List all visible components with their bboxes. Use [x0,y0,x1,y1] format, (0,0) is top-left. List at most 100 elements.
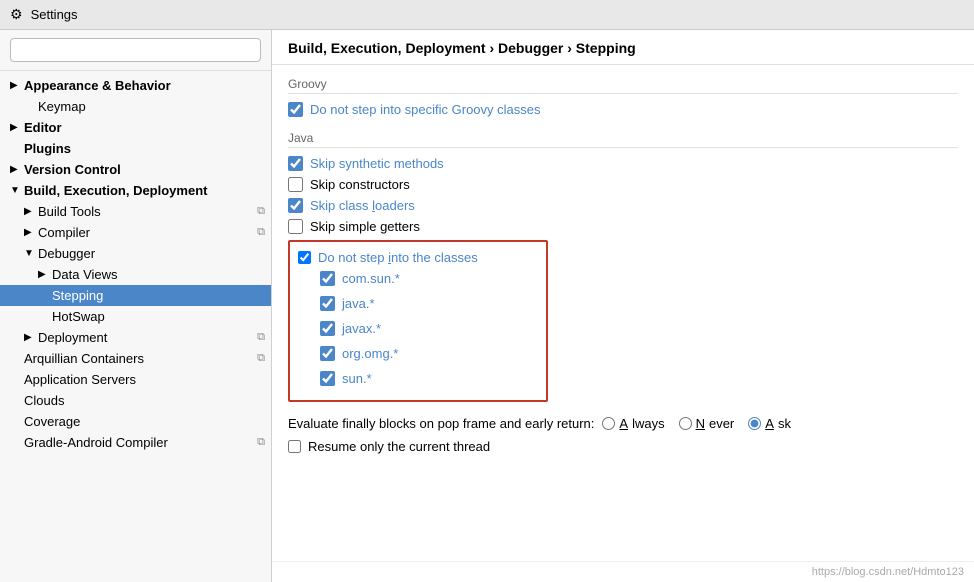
sidebar-item-clouds[interactable]: Clouds [0,390,271,411]
skip-constructors-row: Skip constructors [288,177,958,192]
evaluate-row: Evaluate finally blocks on pop frame and… [288,416,958,431]
sun-checkbox[interactable] [320,371,335,386]
arrow-icon: ▶ [24,332,38,343]
sidebar-item-label: Compiler [38,225,90,240]
always-option[interactable]: Always [602,416,664,431]
copy-icon: ⧉ [257,331,265,344]
skip-class-loaders-checkbox[interactable] [288,198,303,213]
sidebar-item-label: Gradle-Android Compiler [24,435,168,450]
sidebar-item-label: Plugins [24,141,71,156]
sidebar-item-label: Build, Execution, Deployment [24,183,207,198]
sidebar-item-arquillian[interactable]: Arquillian Containers⧉ [0,348,271,369]
org-omg-checkbox[interactable] [320,346,335,361]
search-input[interactable] [10,38,261,62]
sidebar-item-hotswap[interactable]: HotSwap [0,306,271,327]
groovy-no-step-checkbox[interactable] [288,102,303,117]
sidebar-item-label: Version Control [24,162,121,177]
sidebar-item-data-views[interactable]: ▶Data Views [0,264,271,285]
groovy-label: Groovy [288,77,958,94]
skip-synthetic-label[interactable]: Skip synthetic methods [310,156,444,171]
org-omg-label[interactable]: org.omg.* [342,346,398,361]
skip-synthetic-checkbox[interactable] [288,156,303,171]
sun-row: sun.* [320,371,538,386]
ask-radio[interactable] [748,417,761,430]
evaluate-radio-group: Always Never Ask [602,416,791,431]
sidebar-item-plugins[interactable]: Plugins [0,138,271,159]
arrow-icon: ▶ [38,269,52,280]
sidebar-item-keymap[interactable]: Keymap [0,96,271,117]
sidebar-item-label: Data Views [52,267,118,282]
skip-constructors-label[interactable]: Skip constructors [310,177,410,192]
do-not-step-classes-checkbox[interactable] [298,251,311,264]
arrow-icon: ▶ [10,164,24,175]
sidebar-tree: ▶Appearance & BehaviorKeymap▶EditorPlugi… [0,71,271,582]
arrow-icon: ▶ [10,80,24,91]
java-section: Java Skip synthetic methods Skip constru… [288,131,958,402]
resume-current-thread-checkbox[interactable] [288,440,301,453]
arrow-icon: ▶ [24,206,38,217]
javax-checkbox[interactable] [320,321,335,336]
sidebar-item-label: Application Servers [24,372,136,387]
com-sun-checkbox[interactable] [320,271,335,286]
sidebar-item-debugger[interactable]: ▼Debugger [0,243,271,264]
sidebar: ▶Appearance & BehaviorKeymap▶EditorPlugi… [0,30,272,582]
sun-label[interactable]: sun.* [342,371,372,386]
java-label[interactable]: java.* [342,296,375,311]
sidebar-item-stepping[interactable]: Stepping [0,285,271,306]
sidebar-item-gradle-android[interactable]: Gradle-Android Compiler⧉ [0,432,271,453]
copy-icon: ⧉ [257,352,265,365]
sidebar-item-label: Build Tools [38,204,101,219]
sidebar-item-deployment[interactable]: ▶Deployment⧉ [0,327,271,348]
watermark: https://blog.csdn.net/Hdmto123 [272,561,974,582]
classes-list: com.sun.* java.* javax.* org.omg.* [320,271,538,392]
window-title: Settings [31,7,78,22]
settings-icon: ⚙ [10,6,23,23]
skip-class-loaders-label[interactable]: Skip class loaders [310,198,415,213]
ask-option[interactable]: Ask [748,416,791,431]
sidebar-item-build-exec[interactable]: ▼Build, Execution, Deployment [0,180,271,201]
search-box-wrap [0,30,271,71]
sidebar-item-label: Clouds [24,393,64,408]
resume-current-thread-label[interactable]: Resume only the current thread [308,439,490,454]
sidebar-item-label: Appearance & Behavior [24,78,171,93]
sidebar-item-label: Stepping [52,288,103,303]
java-checkbox[interactable] [320,296,335,311]
copy-icon: ⧉ [257,226,265,239]
sidebar-item-label: Editor [24,120,62,135]
sidebar-item-app-servers[interactable]: Application Servers [0,369,271,390]
skip-simple-getters-label[interactable]: Skip simple getters [310,219,420,234]
never-radio[interactable] [679,417,692,430]
sidebar-item-build-tools[interactable]: ▶Build Tools ⧉ [0,201,271,222]
java-label: Java [288,131,958,148]
skip-class-loaders-row: Skip class loaders [288,198,958,213]
javax-label[interactable]: javax.* [342,321,381,336]
sidebar-item-label: Coverage [24,414,80,429]
groovy-no-step-row: Do not step into specific Groovy classes [288,102,958,117]
com-sun-row: com.sun.* [320,271,538,286]
skip-simple-getters-checkbox[interactable] [288,219,303,234]
groovy-no-step-label[interactable]: Do not step into specific Groovy classes [310,102,541,117]
sidebar-item-label: Keymap [38,99,86,114]
com-sun-label[interactable]: com.sun.* [342,271,400,286]
sidebar-item-label: HotSwap [52,309,105,324]
sidebar-item-appearance[interactable]: ▶Appearance & Behavior [0,75,271,96]
sidebar-item-coverage[interactable]: Coverage [0,411,271,432]
never-option[interactable]: Never [679,416,735,431]
do-not-step-classes-label[interactable]: Do not step into the classes [318,250,478,265]
skip-simple-getters-row: Skip simple getters [288,219,958,234]
org-omg-row: org.omg.* [320,346,538,361]
sidebar-item-compiler[interactable]: ▶Compiler⧉ [0,222,271,243]
javax-row: javax.* [320,321,538,336]
sidebar-item-editor[interactable]: ▶Editor [0,117,271,138]
evaluate-label: Evaluate finally blocks on pop frame and… [288,416,594,431]
always-radio[interactable] [602,417,615,430]
copy-icon: ⧉ [257,205,265,218]
sidebar-item-version-control[interactable]: ▶Version Control [0,159,271,180]
content-body: Groovy Do not step into specific Groovy … [272,65,974,561]
groovy-section: Groovy Do not step into specific Groovy … [288,77,958,117]
skip-constructors-checkbox[interactable] [288,177,303,192]
main-layout: ▶Appearance & BehaviorKeymap▶EditorPlugi… [0,30,974,582]
breadcrumb: Build, Execution, Deployment › Debugger … [272,30,974,65]
skip-synthetic-row: Skip synthetic methods [288,156,958,171]
classes-box: Do not step into the classes com.sun.* j… [288,240,548,402]
